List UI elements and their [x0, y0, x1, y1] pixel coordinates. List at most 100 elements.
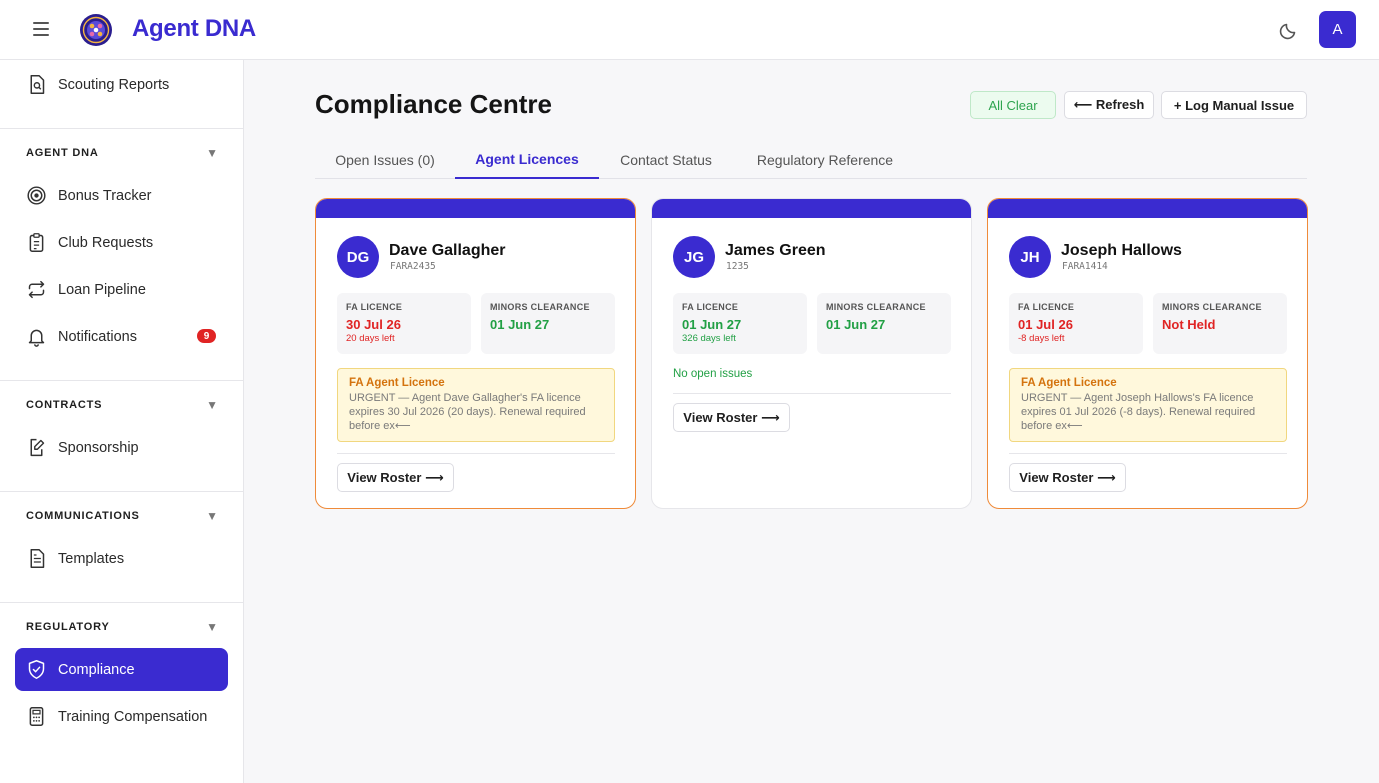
- section-title: COMMUNICATIONS: [26, 510, 140, 522]
- fa-licence-date: 01 Jul 26: [1018, 317, 1073, 332]
- report-icon: [30, 75, 45, 94]
- minors-clearance-stat: MINORS CLEARANCE 01 Jun 27: [817, 293, 951, 354]
- sidebar-item-label: Club Requests: [58, 234, 154, 251]
- sidebar-item-label: Loan Pipeline: [58, 281, 146, 298]
- tab-open-issues[interactable]: Open Issues (0): [315, 140, 455, 179]
- section-header-regulatory[interactable]: REGULATORY ▼: [26, 617, 218, 637]
- caret-down-icon: ▼: [206, 398, 218, 412]
- section-header-agent-dna[interactable]: AGENT DNA ▼: [26, 143, 218, 163]
- sidebar-item-label: Templates: [58, 550, 125, 567]
- sidebar-item-loan-pipeline[interactable]: Loan Pipeline: [15, 268, 228, 311]
- divider: [0, 380, 243, 381]
- agent-card: DG Dave Gallagher FARA2435 FA LICENCE 30…: [315, 198, 636, 509]
- fa-days-left: -8 days left: [1018, 333, 1065, 344]
- card-header-bar: [652, 199, 971, 218]
- app-brand[interactable]: Agent DNA: [132, 15, 256, 43]
- avatar: DG: [337, 236, 379, 278]
- avatar: JG: [673, 236, 715, 278]
- bell-icon: [28, 329, 45, 347]
- stat-label: FA LICENCE: [682, 302, 739, 312]
- tab-contact-status[interactable]: Contact Status: [599, 140, 733, 179]
- refresh-button[interactable]: ⟵ Refresh: [1064, 91, 1154, 119]
- sidebar-item-training-compensation[interactable]: Training Compensation: [15, 695, 228, 738]
- agent-code: FARA2435: [390, 261, 436, 272]
- card-header-bar: [316, 199, 635, 218]
- sidebar-item-bonus-tracker[interactable]: Bonus Tracker: [15, 174, 228, 217]
- sidebar: Scouting Reports AGENT DNA ▼ Bonus Track…: [0, 60, 244, 783]
- sidebar-item-label: Scouting Reports: [58, 76, 170, 93]
- divider: [0, 128, 243, 129]
- divider: [0, 491, 243, 492]
- minors-clearance-stat: MINORS CLEARANCE 01 Jun 27: [481, 293, 615, 354]
- licence-alert: FA Agent Licence URGENT — Agent Joseph H…: [1009, 368, 1287, 442]
- sidebar-item-notifications[interactable]: Notifications 9: [15, 315, 228, 358]
- stat-label: FA LICENCE: [1018, 302, 1075, 312]
- fa-licence-stat: FA LICENCE 01 Jun 27 326 days left: [673, 293, 807, 354]
- avatar: JH: [1009, 236, 1051, 278]
- sidebar-item-club-requests[interactable]: Club Requests: [15, 221, 228, 264]
- clipboard-icon: [29, 233, 44, 252]
- view-roster-button[interactable]: View Roster ⟶: [673, 403, 790, 432]
- agent-card: JH Joseph Hallows FARA1414 FA LICENCE 01…: [987, 198, 1308, 509]
- caret-down-icon: ▼: [206, 620, 218, 634]
- sidebar-item-label: Compliance: [58, 661, 135, 678]
- globe-logo: [80, 14, 112, 46]
- no-issues-text: No open issues: [673, 368, 753, 380]
- card-header-bar: [988, 199, 1307, 218]
- fa-licence-stat: FA LICENCE 01 Jul 26 -8 days left: [1009, 293, 1143, 354]
- minors-clearance-value: 01 Jun 27: [490, 317, 550, 332]
- sidebar-item-label: Bonus Tracker: [58, 187, 152, 204]
- view-roster-button[interactable]: View Roster ⟶: [1009, 463, 1126, 492]
- divider: [0, 602, 243, 603]
- section-title: REGULATORY: [26, 621, 110, 633]
- view-roster-button[interactable]: View Roster ⟶: [337, 463, 454, 492]
- sidebar-item-sponsorship[interactable]: Sponsorship: [15, 426, 228, 469]
- divider: [337, 453, 615, 454]
- caret-down-icon: ▼: [206, 509, 218, 523]
- target-icon: [27, 186, 46, 205]
- sidebar-item-templates[interactable]: Templates: [15, 537, 228, 580]
- section-header-communications[interactable]: COMMUNICATIONS ▼: [26, 506, 218, 526]
- fa-days-left: 20 days left: [346, 333, 395, 344]
- calculator-icon: [29, 707, 44, 726]
- log-manual-issue-button[interactable]: + Log Manual Issue: [1161, 91, 1307, 119]
- tab-agent-licences[interactable]: Agent Licences: [455, 140, 599, 179]
- minors-clearance-value: Not Held: [1162, 317, 1216, 332]
- tab-regulatory-reference[interactable]: Regulatory Reference: [733, 140, 917, 179]
- sidebar-item-label: Notifications: [58, 328, 137, 345]
- divider: [1009, 453, 1287, 454]
- agent-name: Dave Gallagher: [389, 242, 506, 259]
- repeat-icon: [28, 280, 45, 299]
- agent-code: FARA1414: [1062, 261, 1108, 272]
- sidebar-item-compliance[interactable]: Compliance: [15, 648, 228, 691]
- caret-down-icon: ▼: [206, 146, 218, 160]
- notification-count-badge: 9: [197, 329, 216, 343]
- licence-alert: FA Agent Licence URGENT — Agent Dave Gal…: [337, 368, 615, 442]
- section-header-contracts[interactable]: CONTRACTS ▼: [26, 395, 218, 415]
- divider: [673, 393, 951, 394]
- agent-code: 1235: [726, 261, 749, 272]
- agent-card: JG James Green 1235 FA LICENCE 01 Jun 27…: [651, 198, 972, 509]
- stat-label: MINORS CLEARANCE: [490, 302, 590, 312]
- sidebar-item-label: Training Compensation: [58, 708, 208, 725]
- stat-label: MINORS CLEARANCE: [826, 302, 926, 312]
- menu-icon[interactable]: [33, 22, 49, 36]
- tab-bar: Open Issues (0) Agent Licences Contact S…: [315, 140, 1307, 179]
- document-icon: [30, 549, 45, 568]
- top-bar: Agent DNA A: [0, 0, 1379, 60]
- fa-licence-date: 30 Jul 26: [346, 317, 401, 332]
- stat-label: MINORS CLEARANCE: [1162, 302, 1262, 312]
- alert-body: URGENT — Agent Joseph Hallows's FA licen…: [1021, 392, 1256, 432]
- all-clear-button[interactable]: All Clear: [970, 91, 1056, 119]
- moon-icon[interactable]: [1279, 20, 1299, 40]
- section-title: AGENT DNA: [26, 147, 99, 159]
- agent-name: Joseph Hallows: [1061, 242, 1182, 259]
- alert-title: FA Agent Licence: [349, 377, 445, 389]
- edit-document-icon: [30, 438, 45, 457]
- alert-title: FA Agent Licence: [1021, 377, 1117, 389]
- user-avatar-button[interactable]: A: [1319, 11, 1356, 48]
- alert-body: URGENT — Agent Dave Gallagher's FA licen…: [349, 392, 586, 432]
- minors-clearance-stat: MINORS CLEARANCE Not Held: [1153, 293, 1287, 354]
- sidebar-item-scouting-reports[interactable]: Scouting Reports: [15, 63, 228, 106]
- section-title: CONTRACTS: [26, 399, 103, 411]
